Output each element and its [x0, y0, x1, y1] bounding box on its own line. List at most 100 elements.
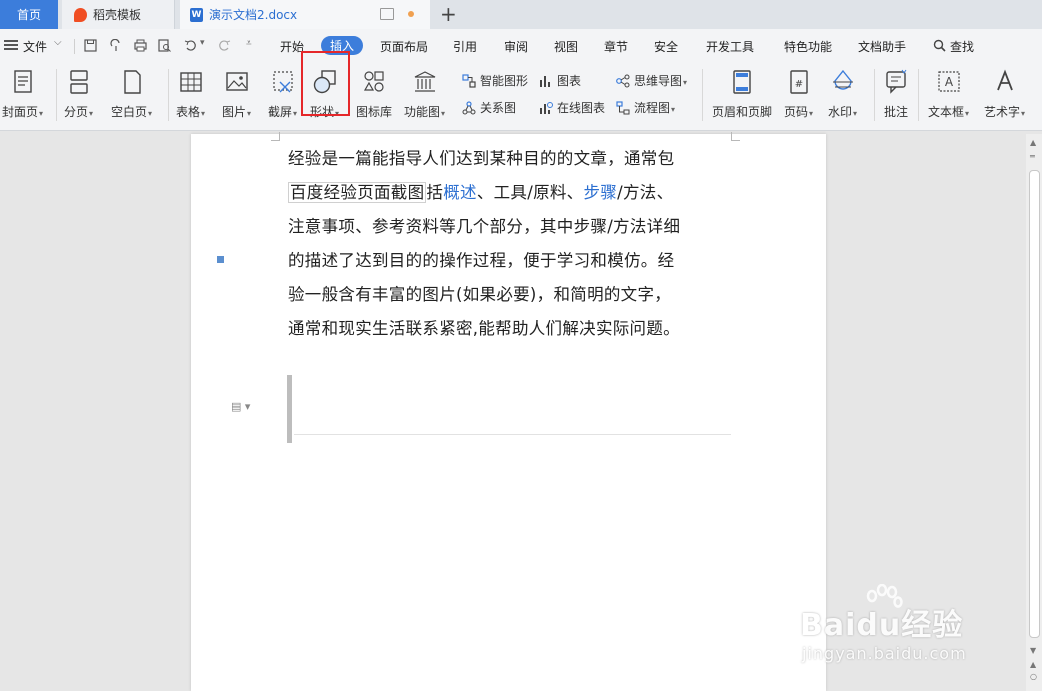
- relation-chart-icon: [462, 100, 476, 114]
- tab-templates[interactable]: 稻壳模板: [62, 0, 175, 29]
- link-overview[interactable]: 概述: [443, 183, 477, 202]
- chart-button[interactable]: 图表: [539, 72, 581, 89]
- menu-doc-assistant[interactable]: 文档助手: [858, 38, 906, 55]
- tab-templates-label: 稻壳模板: [93, 8, 142, 22]
- menu-page-layout[interactable]: 页面布局: [380, 38, 428, 55]
- function-chart-icon: [414, 71, 435, 92]
- text-line: 的描述了达到目的的操作过程，便于学习和模仿。经: [288, 251, 675, 270]
- header-footer-icon: [733, 70, 751, 94]
- word-doc-icon: W: [190, 7, 203, 22]
- watermark-button[interactable]: 水印▾: [828, 68, 857, 120]
- screenshot-label: 截屏▾: [268, 105, 298, 119]
- monitor-icon[interactable]: [380, 8, 394, 20]
- menu-file[interactable]: 文件: [23, 38, 47, 55]
- save-icon[interactable]: [84, 39, 97, 52]
- wordart-label: 艺术字▾: [984, 105, 1026, 119]
- new-tab-button[interactable]: +: [440, 2, 457, 26]
- watermark-label: 水印▾: [828, 105, 858, 119]
- undo-icon[interactable]: [184, 39, 197, 52]
- wordart-button[interactable]: 艺术字▾: [984, 68, 1025, 120]
- mindmap-icon: [616, 74, 630, 87]
- menu-search[interactable]: 查找: [950, 38, 974, 55]
- vertical-scrollbar[interactable]: ▲ ═ ▼ ▲ ○: [1026, 134, 1042, 691]
- document-page[interactable]: 经验是一篇能指导人们达到某种目的的文章，通常包 百度经验页面截图 括概述、工具/原…: [191, 132, 826, 691]
- separator: [918, 69, 919, 121]
- docer-logo-icon: [74, 7, 87, 22]
- svg-text:#: #: [794, 79, 802, 90]
- bar-chart-icon: [540, 75, 550, 87]
- separator: [74, 39, 75, 54]
- textbox-icon: A: [937, 71, 960, 92]
- scroll-up-icon[interactable]: ▲: [1030, 138, 1036, 147]
- menu-references[interactable]: 引用: [453, 38, 477, 55]
- print-preview-icon[interactable]: [158, 39, 171, 52]
- mindmap-button[interactable]: 思维导图▾: [616, 72, 687, 89]
- page-number-button[interactable]: # 页码▾: [784, 68, 813, 120]
- page-break-label: 分页▾: [64, 105, 94, 119]
- cover-page-label: 封面页▾: [2, 105, 44, 119]
- paragraph-anchor-icon[interactable]: [217, 256, 224, 263]
- menu-view[interactable]: 视图: [554, 38, 578, 55]
- icon-library-button[interactable]: 图标库: [356, 68, 392, 120]
- document-paragraph[interactable]: 经验是一篇能指导人们达到某种目的的文章，通常包 百度经验页面截图 括概述、工具/原…: [288, 142, 736, 346]
- menu-features[interactable]: 特色功能: [784, 38, 832, 55]
- function-chart-button[interactable]: 功能图▾: [404, 68, 445, 120]
- menu-developer[interactable]: 开发工具: [706, 38, 754, 55]
- svg-text:A: A: [944, 75, 953, 89]
- comment-label: 批注: [883, 105, 908, 119]
- picture-icon: [225, 72, 248, 91]
- textbox-button[interactable]: A 文本框▾: [928, 68, 969, 120]
- text-line: 验一般含有丰富的图片(如果必要)，和简明的文字，: [288, 285, 672, 304]
- tab-home[interactable]: 首页: [0, 0, 58, 29]
- baidu-paw-icon: [866, 584, 903, 608]
- paragraph-divider: [294, 434, 731, 435]
- textbox-label: 文本框▾: [928, 105, 970, 119]
- baidu-jingyan-watermark: Baidu经验 jingyan.baidu.com: [800, 584, 967, 663]
- chevron-down-icon[interactable]: ⌵: [54, 37, 62, 48]
- menu-review[interactable]: 审阅: [504, 38, 528, 55]
- online-chart-button[interactable]: 在线图表: [539, 99, 605, 116]
- redo-icon[interactable]: [218, 39, 231, 52]
- relation-chart-label: 关系图: [480, 101, 517, 115]
- page-break-icon: [69, 70, 88, 94]
- screenshot-icon: [272, 71, 293, 93]
- menu-security[interactable]: 安全: [654, 38, 678, 55]
- page-break-button[interactable]: 分页▾: [64, 68, 93, 120]
- paste-options-icon[interactable]: ▤ ▾: [231, 400, 250, 413]
- scroll-split-icon[interactable]: ═: [1030, 152, 1035, 161]
- blank-page-button[interactable]: 空白页▾: [111, 68, 152, 120]
- picture-label: 图片▾: [222, 105, 252, 119]
- menu-section[interactable]: 章节: [604, 38, 628, 55]
- margin-corner-mark: [731, 132, 740, 141]
- flowchart-button[interactable]: 流程图▾: [616, 99, 675, 116]
- picture-button[interactable]: 图片▾: [222, 68, 251, 120]
- table-button[interactable]: 表格▾: [176, 68, 205, 120]
- link-steps[interactable]: 步骤: [584, 183, 618, 202]
- watermark-icon: [832, 69, 853, 90]
- select-browse-icon[interactable]: ○: [1030, 672, 1037, 681]
- function-chart-label: 功能图▾: [404, 105, 446, 119]
- scroll-down-icon[interactable]: ▼: [1030, 646, 1036, 655]
- undo-dropdown-icon[interactable]: ▾: [200, 38, 205, 48]
- relation-chart-button[interactable]: 关系图: [462, 99, 516, 116]
- smartart-button[interactable]: 智能图形: [462, 72, 528, 89]
- prev-page-icon[interactable]: ▲: [1030, 660, 1036, 669]
- comment-button[interactable]: 批注: [883, 68, 909, 120]
- header-footer-button[interactable]: 页眉和页脚: [712, 68, 772, 120]
- cover-page-button[interactable]: 封面页▾: [2, 68, 43, 120]
- screenshot-button[interactable]: 截屏▾: [268, 68, 297, 120]
- tab-document[interactable]: W 演示文档2.docx: [180, 0, 430, 29]
- online-chart-label: 在线图表: [557, 101, 606, 115]
- search-icon[interactable]: [933, 39, 946, 52]
- cover-page-icon: [13, 70, 32, 93]
- wordart-icon: [996, 69, 1013, 91]
- hamburger-menu-icon[interactable]: [4, 40, 18, 50]
- print-icon[interactable]: [134, 39, 147, 52]
- tab-document-label: 演示文档2.docx: [209, 8, 298, 22]
- output-icon[interactable]: [110, 39, 123, 52]
- smartart-label: 智能图形: [480, 74, 529, 88]
- customize-toolbar-icon[interactable]: ⩡: [246, 38, 252, 49]
- blank-page-label: 空白页▾: [111, 105, 153, 119]
- icon-library-label: 图标库: [356, 105, 393, 119]
- scrollbar-thumb[interactable]: [1029, 170, 1040, 638]
